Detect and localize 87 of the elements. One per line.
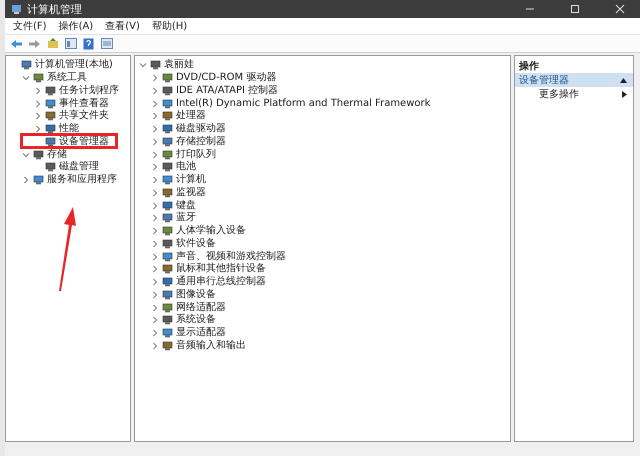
- tree-item[interactable]: 图像设备: [135, 288, 510, 302]
- node-icon: [162, 162, 173, 172]
- tree-item[interactable]: 计算机管理(本地): [6, 59, 130, 72]
- tree-item[interactable]: 电池: [135, 161, 510, 174]
- node-icon: [162, 86, 173, 96]
- tree-item[interactable]: 人体学输入设备: [135, 224, 510, 238]
- up-folder-button[interactable]: [45, 36, 60, 50]
- help-button[interactable]: [81, 36, 96, 50]
- tree-item[interactable]: 设备管理器: [6, 136, 130, 148]
- submenu-caret-icon: [622, 90, 627, 98]
- node-icon: [162, 124, 173, 134]
- node-icon: [162, 340, 173, 351]
- tree-item[interactable]: Intel(R) Dynamic Platform and Thermal Framework: [135, 97, 510, 110]
- close-icon: [615, 4, 625, 14]
- node-icon: [162, 98, 173, 109]
- tree-item[interactable]: 事件查看器: [6, 97, 130, 110]
- node-icon: [162, 277, 173, 288]
- tree-item[interactable]: 性能: [6, 122, 130, 136]
- node-icon: [21, 60, 32, 70]
- section-header[interactable]: 设备管理器: [515, 73, 633, 87]
- tree-item[interactable]: 磁盘驱动器: [135, 122, 510, 136]
- tree-item[interactable]: 系统工具: [6, 72, 130, 84]
- tree-item[interactable]: IDE ATA/ATAPI 控制器: [135, 84, 510, 98]
- tree-item[interactable]: 网络适配器: [135, 301, 510, 314]
- tree-item[interactable]: 通用串行总线控制器: [135, 276, 510, 288]
- tree-item[interactable]: 系统设备: [135, 314, 510, 327]
- tree-item[interactable]: 处理器: [135, 110, 510, 123]
- node-icon: [162, 200, 173, 211]
- node-icon: [162, 328, 173, 338]
- tree-item[interactable]: 服务和应用程序: [6, 174, 130, 186]
- tree-item[interactable]: 袁丽娃: [135, 59, 510, 72]
- tree-item[interactable]: 任务计划程序: [6, 84, 130, 98]
- tree-item[interactable]: 存储控制器: [135, 136, 510, 148]
- tree-item[interactable]: 监视器: [135, 186, 510, 200]
- maximize-icon: [570, 4, 580, 14]
- node-icon: [162, 264, 173, 274]
- menu-item[interactable]: 操作(A): [54, 19, 98, 33]
- node-icon: [33, 175, 44, 186]
- collapse-caret-icon: [620, 78, 627, 82]
- expanded-chevron-icon[interactable]: [139, 61, 147, 70]
- node-icon: [162, 290, 173, 300]
- tree-item[interactable]: DVD/CD-ROM 驱动器: [135, 72, 510, 84]
- window-title: 计算机管理: [27, 2, 83, 16]
- tree-item[interactable]: 存储: [6, 148, 130, 161]
- tree-item[interactable]: 蓝牙: [135, 212, 510, 225]
- node-icon: [162, 315, 173, 326]
- node-icon: [45, 136, 56, 147]
- tree-item[interactable]: 音频输入和输出: [135, 340, 510, 352]
- node-icon: [162, 188, 173, 198]
- app-icon: [11, 4, 22, 14]
- tree-item[interactable]: 磁盘管理: [6, 161, 130, 174]
- node-icon: [45, 111, 56, 122]
- node-icon: [33, 150, 44, 160]
- tree-item[interactable]: 键盘: [135, 199, 510, 212]
- node-icon: [162, 136, 173, 147]
- tree-toggle-button[interactable]: [63, 36, 78, 50]
- view-button[interactable]: [99, 36, 114, 50]
- node-icon: [45, 86, 56, 96]
- expanded-chevron-icon[interactable]: [22, 74, 30, 82]
- menu-item[interactable]: 帮助(H): [148, 19, 192, 33]
- tree-item[interactable]: 打印队列: [135, 148, 510, 161]
- tree-item[interactable]: 共享文件夹: [6, 110, 130, 123]
- tree-item[interactable]: 软件设备: [135, 238, 510, 250]
- action-item[interactable]: 更多操作: [515, 87, 633, 101]
- node-icon: [162, 111, 173, 122]
- node-icon: [33, 73, 44, 84]
- node-icon: [162, 226, 173, 236]
- node-icon: [162, 213, 173, 224]
- tree-item[interactable]: 声音、视频和游戏控制器: [135, 250, 510, 263]
- node-icon: [162, 302, 173, 313]
- tree-item[interactable]: 显示适配器: [135, 326, 510, 340]
- tree-item[interactable]: 计算机: [135, 174, 510, 186]
- expanded-chevron-icon[interactable]: [22, 150, 30, 159]
- tree-item[interactable]: 鼠标和其他指针设备: [135, 263, 510, 276]
- node-icon: [162, 175, 173, 186]
- computer-icon: [150, 60, 161, 70]
- node-icon: [45, 162, 56, 172]
- collapsed-chevron-icon[interactable]: [22, 176, 30, 184]
- menu-item[interactable]: 文件(F): [9, 19, 51, 33]
- node-icon: [162, 150, 173, 160]
- node-icon: [162, 252, 173, 262]
- node-icon: [162, 238, 173, 249]
- menu-item[interactable]: 查看(V): [101, 19, 144, 33]
- node-icon: [162, 73, 173, 84]
- node-icon: [45, 124, 56, 134]
- node-icon: [45, 98, 56, 109]
- pane-title: 操作: [518, 60, 540, 73]
